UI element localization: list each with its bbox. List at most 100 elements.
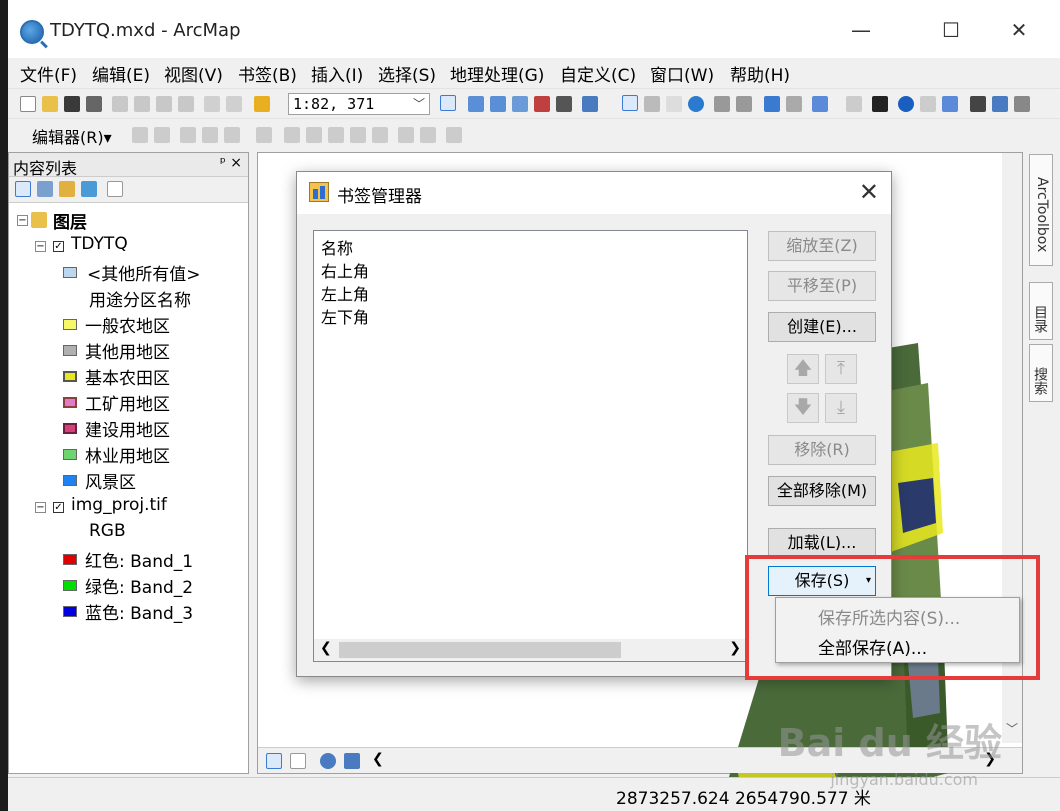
print-icon[interactable] — [86, 96, 102, 112]
search-tab[interactable]: 搜索 — [1029, 344, 1053, 402]
layers-root[interactable]: 图层 — [53, 208, 87, 233]
menu-bar: 文件(F) 编辑(E) 视图(V) 书签(B) 插入(I) 选择(S) 地理处理… — [8, 58, 1060, 86]
scroll-left-icon[interactable]: ❮ — [320, 640, 332, 656]
layer-visibility-checkbox[interactable]: ✓ — [53, 241, 64, 252]
search-window-icon[interactable] — [512, 96, 528, 112]
close-icon[interactable]: ✕ — [859, 178, 879, 206]
select-features-icon[interactable] — [812, 96, 828, 112]
remove-button[interactable]: 移除(R) — [768, 435, 876, 465]
fixed-zoom-in-icon[interactable] — [714, 96, 730, 112]
chevron-down-icon[interactable]: ﹀ — [1006, 720, 1018, 737]
menu-customize[interactable]: 自定义(C) — [560, 61, 636, 86]
menu-insert[interactable]: 插入(I) — [311, 61, 363, 86]
collapse-icon[interactable]: − — [35, 502, 46, 513]
close-window-button[interactable]: ✕ — [1004, 18, 1034, 42]
menu-selection[interactable]: 选择(S) — [378, 61, 436, 86]
pause-drawing-icon[interactable] — [344, 753, 360, 769]
list-by-source-icon[interactable] — [37, 181, 53, 197]
window-title: TDYTQ.mxd - ArcMap — [50, 20, 241, 41]
copy-icon[interactable] — [134, 96, 150, 112]
find-binoculars-icon[interactable] — [970, 96, 986, 112]
menu-edit[interactable]: 编辑(E) — [92, 61, 150, 86]
collapse-icon[interactable]: − — [35, 241, 46, 252]
undo-icon[interactable] — [204, 96, 220, 112]
create-button[interactable]: 创建(E)... — [768, 312, 876, 342]
layer-img-proj[interactable]: img_proj.tif — [71, 495, 167, 515]
arctoolbox-tab[interactable]: ArcToolbox — [1029, 154, 1053, 266]
legend-swatch — [63, 319, 77, 330]
menu-file[interactable]: 文件(F) — [20, 61, 77, 86]
pan-hand-icon[interactable] — [666, 96, 682, 112]
toc-options-icon[interactable] — [107, 181, 123, 197]
redo-icon[interactable] — [226, 96, 242, 112]
move-up-icon[interactable]: 🡅 — [787, 354, 819, 384]
select-elements-icon[interactable] — [872, 96, 888, 112]
identify-icon[interactable] — [898, 96, 914, 112]
move-top-icon[interactable]: ⤒ — [825, 354, 857, 384]
menu-windows[interactable]: 窗口(W) — [650, 61, 714, 86]
cut-icon[interactable] — [112, 96, 128, 112]
move-bottom-icon[interactable]: ⤓ — [825, 393, 857, 423]
layout-view-icon[interactable] — [290, 753, 306, 769]
list-by-visibility-icon[interactable] — [59, 181, 75, 197]
menu-help[interactable]: 帮助(H) — [730, 61, 790, 86]
list-horizontal-scrollbar[interactable]: ❮ ❯ — [314, 639, 747, 661]
find-route-icon[interactable] — [992, 96, 1008, 112]
save-icon[interactable] — [64, 96, 80, 112]
modelbuilder-icon[interactable] — [582, 96, 598, 112]
zoom-out-icon[interactable] — [644, 96, 660, 112]
layer-tdytq[interactable]: TDYTQ — [71, 234, 128, 254]
python-window-icon[interactable] — [556, 96, 572, 112]
paste-icon[interactable] — [156, 96, 172, 112]
zoom-in-icon[interactable] — [622, 95, 638, 111]
full-extent-icon[interactable] — [688, 96, 704, 112]
open-folder-icon[interactable] — [42, 96, 58, 112]
collapse-icon[interactable]: − — [17, 215, 28, 226]
editor-menu-button[interactable]: 编辑器(R)▾ — [32, 124, 112, 148]
zoom-to-button[interactable]: 缩放至(Z) — [768, 231, 876, 261]
layer-visibility-checkbox[interactable]: ✓ — [53, 502, 64, 513]
html-popup-icon[interactable] — [942, 96, 958, 112]
remove-all-button[interactable]: 全部移除(M) — [768, 476, 876, 506]
edit-annotation-icon — [154, 127, 170, 143]
bookmark-item[interactable]: 左上角 — [321, 281, 369, 305]
list-by-drawing-order-icon[interactable] — [15, 181, 31, 197]
new-document-icon[interactable] — [20, 96, 36, 112]
scroll-left-icon[interactable]: ❮ — [372, 751, 384, 767]
minimize-button[interactable]: — — [846, 18, 876, 42]
scrollbar-thumb[interactable] — [339, 642, 621, 658]
maximize-button[interactable]: ☐ — [936, 18, 966, 42]
clear-selection-icon[interactable] — [846, 96, 862, 112]
data-view-icon[interactable] — [266, 753, 282, 769]
table-of-contents: 内容列表 ᵖ × − 图层 − ✓ TDYTQ <其他所有值> 用途分区名称 一… — [8, 152, 249, 774]
load-button[interactable]: 加载(L)... — [768, 528, 876, 558]
list-by-selection-icon[interactable] — [81, 181, 97, 197]
catalog-window-icon[interactable] — [490, 96, 506, 112]
catalog-tab[interactable]: 目录 — [1029, 282, 1053, 340]
toc-window-icon[interactable] — [468, 96, 484, 112]
arctoolbox-icon[interactable] — [534, 96, 550, 112]
sketch-properties-icon — [420, 127, 436, 143]
measure-icon[interactable] — [1014, 96, 1030, 112]
delete-icon[interactable] — [178, 96, 194, 112]
scroll-right-icon[interactable]: ❯ — [729, 640, 741, 656]
back-arrow-icon[interactable] — [764, 96, 780, 112]
bookmark-list[interactable]: 名称 右上角 左上角 左下角 ❮ ❯ — [313, 230, 748, 662]
editor-toolbar-icon[interactable] — [440, 95, 456, 111]
chevron-down-icon[interactable]: ﹀ — [413, 95, 425, 112]
map-scale-combobox[interactable]: 1:82, 371 ﹀ — [288, 93, 430, 115]
create-features-icon — [446, 127, 462, 143]
menu-bookmarks[interactable]: 书签(B) — [238, 61, 297, 86]
toc-pin-close[interactable]: ᵖ × — [220, 155, 242, 171]
add-data-icon[interactable] — [254, 96, 270, 112]
pan-to-button[interactable]: 平移至(P) — [768, 271, 876, 301]
move-down-icon[interactable]: 🡇 — [787, 393, 819, 423]
menu-view[interactable]: 视图(V) — [164, 61, 223, 86]
refresh-icon[interactable] — [320, 753, 336, 769]
menu-geoprocessing[interactable]: 地理处理(G) — [450, 61, 544, 86]
forward-arrow-icon[interactable] — [786, 96, 802, 112]
bookmark-item[interactable]: 右上角 — [321, 258, 369, 282]
hyperlink-icon[interactable] — [920, 96, 936, 112]
fixed-zoom-out-icon[interactable] — [736, 96, 752, 112]
bookmark-item[interactable]: 左下角 — [321, 304, 369, 328]
